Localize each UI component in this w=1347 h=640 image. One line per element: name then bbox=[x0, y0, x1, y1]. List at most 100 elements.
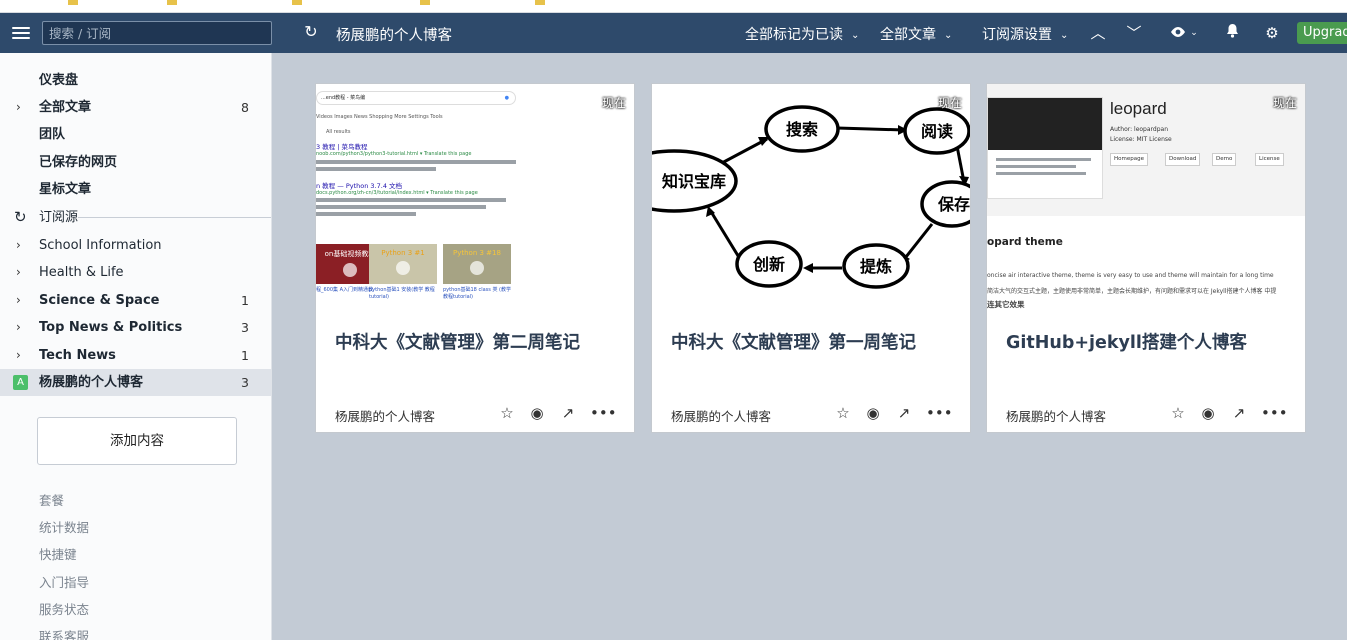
article-source[interactable]: 杨展鹏的个人博客 bbox=[1006, 406, 1106, 425]
article-thumbnail[interactable]: 搜索 阅读 知识宝库 保存 创新 提炼 现在 bbox=[652, 84, 970, 314]
sidebar-item-school-information[interactable]: › School Information bbox=[0, 232, 271, 259]
refresh-icon[interactable]: ↻ bbox=[302, 23, 320, 41]
external-link-icon[interactable]: ↗ bbox=[895, 404, 913, 422]
chevron-down-icon[interactable]: ⌄ bbox=[1183, 22, 1205, 44]
diagram-node: 搜索 bbox=[786, 120, 818, 139]
bookmark-folder-icon[interactable] bbox=[68, 0, 78, 5]
theme-banner bbox=[988, 98, 1102, 150]
chevron-right-icon[interactable]: › bbox=[16, 287, 21, 314]
more-options-icon[interactable]: ••• bbox=[926, 404, 953, 422]
mark-all-read-button[interactable]: 全部标记为已读 ⌄ bbox=[745, 24, 859, 44]
feeds-section-label: 订阅源 bbox=[39, 210, 79, 225]
mark-read-icon[interactable]: ◉ bbox=[528, 404, 546, 422]
sidebar-item-team[interactable]: 团队 bbox=[0, 121, 271, 148]
article-source[interactable]: 杨展鹏的个人博客 bbox=[671, 406, 771, 425]
sidebar-item-top-news-politics[interactable]: › Top News & Politics 3 bbox=[0, 314, 271, 341]
sidebar-item-label: 全部文章 bbox=[39, 100, 92, 115]
star-icon[interactable]: ☆ bbox=[834, 404, 852, 422]
time-badge: 现在 bbox=[1272, 96, 1297, 110]
footer-link-getting-started[interactable]: 入门指导 bbox=[39, 572, 89, 591]
chevron-right-icon[interactable]: › bbox=[16, 259, 21, 286]
card-actions: ☆ ◉ ↗ ••• bbox=[1169, 404, 1289, 422]
card-actions: ☆ ◉ ↗ ••• bbox=[498, 404, 618, 422]
sidebar-item-label: Top News & Politics bbox=[39, 320, 183, 335]
sidebar-item-dashboard[interactable]: 仪表盘 bbox=[0, 67, 271, 94]
sidebar-item-label: Tech News bbox=[39, 348, 116, 363]
mark-read-icon[interactable]: ◉ bbox=[864, 404, 882, 422]
thumb-all-results: All results bbox=[326, 129, 351, 135]
article-source[interactable]: 杨展鹏的个人博客 bbox=[335, 406, 435, 425]
thumb-result-url: noob.com/python3/python3-tutorial.html ▾… bbox=[316, 151, 472, 157]
video-caption: python基础1 安装(教学 教程tutorial) bbox=[369, 287, 435, 300]
footer-link-service-status[interactable]: 服务状态 bbox=[39, 599, 89, 618]
more-options-icon[interactable]: ••• bbox=[1261, 404, 1288, 422]
article-title[interactable]: 中科大《文献管理》第二周笔记 bbox=[335, 329, 625, 354]
bookmark-folder-icon[interactable] bbox=[535, 0, 545, 5]
article-title[interactable]: 中科大《文献管理》第一周笔记 bbox=[671, 329, 961, 354]
diagram-node: 保存 bbox=[937, 195, 970, 214]
sidebar-item-health-life[interactable]: › Health & Life bbox=[0, 259, 271, 286]
search-input[interactable] bbox=[42, 21, 272, 45]
feeds-section-header[interactable]: ↻ 订阅源 bbox=[0, 204, 271, 231]
readme-heading: opard theme bbox=[987, 236, 1063, 248]
mark-all-read-label: 全部标记为已读 bbox=[745, 27, 843, 43]
repo-button: License bbox=[1255, 153, 1284, 166]
gear-icon[interactable]: ⚙ bbox=[1261, 22, 1283, 44]
thumb-result-title: n 教程 — Python 3.7.4 文档 bbox=[316, 182, 403, 190]
chevron-right-icon[interactable]: › bbox=[16, 232, 21, 259]
mark-read-icon[interactable]: ◉ bbox=[1199, 404, 1217, 422]
bell-icon[interactable] bbox=[1221, 22, 1243, 44]
all-articles-filter-label: 全部文章 bbox=[880, 27, 936, 43]
more-options-icon[interactable]: ••• bbox=[590, 404, 617, 422]
article-thumbnail[interactable]: ...end教程 - 菜鸟编 ● Videos Images News Shopp… bbox=[316, 84, 634, 314]
video-frame: Python 3 #1 bbox=[369, 244, 437, 284]
chevron-down-icon[interactable]: ﹀ bbox=[1123, 22, 1145, 44]
thumb-text-line bbox=[316, 205, 486, 209]
play-icon bbox=[396, 261, 410, 275]
chevron-up-icon[interactable]: ︿ bbox=[1087, 22, 1109, 44]
article-card[interactable]: 搜索 阅读 知识宝库 保存 创新 提炼 现在 中科大《文献管理》第一周笔记 杨展… bbox=[651, 83, 971, 433]
upgrade-button[interactable]: Upgrade bbox=[1297, 22, 1347, 44]
sync-icon[interactable]: ↻ bbox=[14, 204, 27, 231]
footer-link-stats[interactable]: 统计数据 bbox=[39, 517, 89, 536]
chevron-right-icon[interactable]: › bbox=[16, 94, 21, 121]
footer-link-contact-support[interactable]: 联系客服 bbox=[39, 626, 89, 640]
article-thumbnail[interactable]: leopard Author: leopardpan License: MIT … bbox=[987, 84, 1305, 314]
sidebar-item-science-space[interactable]: › Science & Space 1 bbox=[0, 287, 271, 314]
hamburger-menu-icon[interactable] bbox=[12, 24, 30, 42]
thumb-text-line bbox=[996, 165, 1076, 168]
sidebar-item-label: Health & Life bbox=[39, 265, 124, 280]
bookmark-folder-icon[interactable] bbox=[167, 0, 177, 5]
article-title[interactable]: GitHub+jekyll搭建个人博客 bbox=[1006, 329, 1296, 354]
diagram-node: 阅读 bbox=[921, 122, 953, 141]
sidebar-item-yang-blog[interactable]: A 杨展鹏的个人博客 3 bbox=[0, 369, 271, 396]
chevron-down-icon: ⌄ bbox=[944, 29, 953, 41]
thumb-tabs: Videos Images News Shopping More Setting… bbox=[316, 114, 443, 120]
add-content-button[interactable]: 添加内容 bbox=[37, 417, 237, 465]
bookmark-folder-icon[interactable] bbox=[292, 0, 302, 5]
chevron-down-icon: ⌄ bbox=[851, 29, 860, 41]
all-articles-filter-button[interactable]: 全部文章 ⌄ bbox=[880, 24, 952, 44]
star-icon[interactable]: ☆ bbox=[498, 404, 516, 422]
sidebar-item-saved-pages[interactable]: 已保存的网页 bbox=[0, 149, 271, 176]
article-card[interactable]: leopard Author: leopardpan License: MIT … bbox=[986, 83, 1306, 433]
star-icon[interactable]: ☆ bbox=[1169, 404, 1187, 422]
sidebar-item-starred[interactable]: 星标文章 bbox=[0, 176, 271, 203]
feed-settings-button[interactable]: 订阅源设置 ⌄ bbox=[982, 24, 1068, 44]
footer-link-shortcuts[interactable]: 快捷键 bbox=[39, 544, 77, 563]
chevron-right-icon[interactable]: › bbox=[16, 314, 21, 341]
article-card[interactable]: ...end教程 - 菜鸟编 ● Videos Images News Shopp… bbox=[315, 83, 635, 433]
external-link-icon[interactable]: ↗ bbox=[1230, 404, 1248, 422]
repo-button: Homepage bbox=[1110, 153, 1148, 166]
sidebar-item-tech-news[interactable]: › Tech News 1 bbox=[0, 342, 271, 369]
bookmark-folder-icon[interactable] bbox=[420, 0, 430, 5]
thumb-query: ...end教程 - 菜鸟编 bbox=[321, 95, 366, 101]
footer-link-plans[interactable]: 套餐 bbox=[39, 490, 64, 509]
chevron-right-icon[interactable]: › bbox=[16, 342, 21, 369]
sidebar-item-label: 仪表盘 bbox=[39, 73, 79, 88]
unread-count: 3 bbox=[241, 320, 249, 335]
external-link-icon[interactable]: ↗ bbox=[559, 404, 577, 422]
knowledge-cycle-diagram: 搜索 阅读 知识宝库 保存 创新 提炼 bbox=[652, 105, 970, 289]
sidebar-item-all-articles[interactable]: › 全部文章 8 bbox=[0, 94, 271, 121]
play-icon bbox=[343, 263, 357, 277]
